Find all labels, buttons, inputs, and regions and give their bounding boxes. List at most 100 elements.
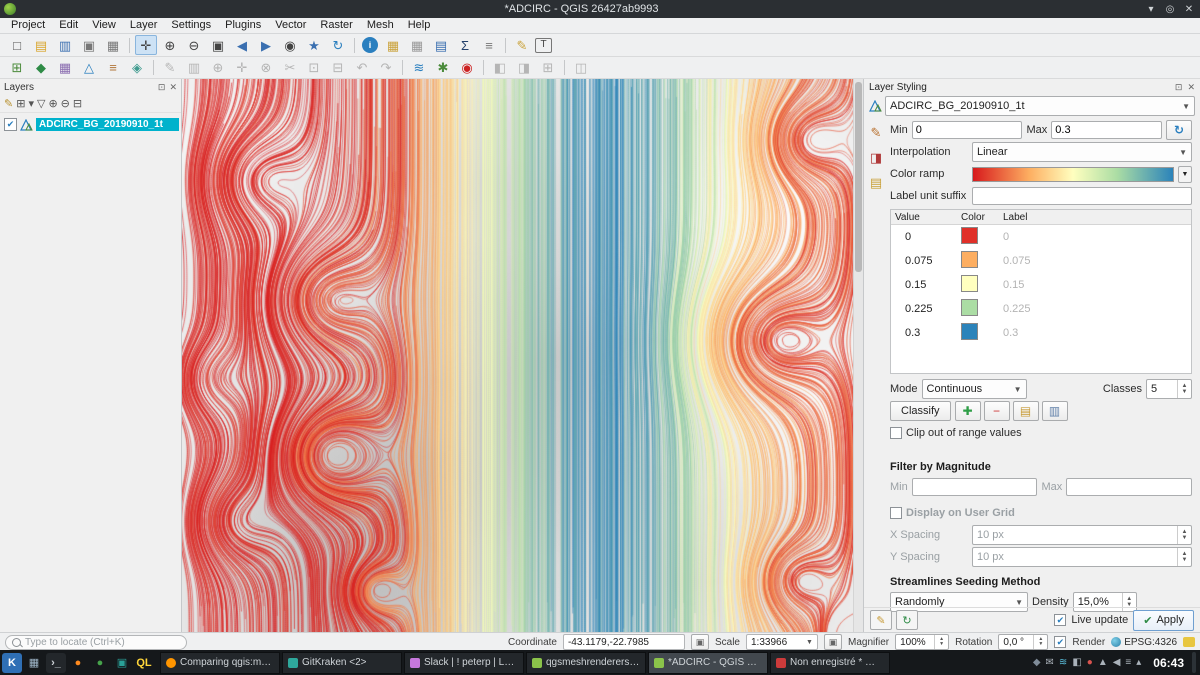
menu-mesh[interactable]: Mesh <box>360 18 401 33</box>
layer-labeling-options-icon[interactable]: ⊞ <box>537 58 559 78</box>
spinner-arrows-icon[interactable]: ▲▼ <box>1177 380 1191 398</box>
task-qgis-settings[interactable]: qgsmeshrenderersetti... <box>526 652 646 674</box>
menu-settings[interactable]: Settings <box>164 18 218 33</box>
color-table-row[interactable]: 0.150.15 <box>891 273 1191 297</box>
color-table-row[interactable]: 0.30.3 <box>891 321 1191 345</box>
zoom-to-layer-icon[interactable]: ◉ <box>279 35 301 55</box>
field-calculator-icon[interactable]: Σ <box>454 35 476 55</box>
remove-class-icon[interactable]: − <box>984 401 1010 421</box>
color-swatch[interactable] <box>961 251 978 268</box>
scale-lock-icon[interactable]: ▣ <box>824 634 842 650</box>
tray-bluetooth-icon[interactable]: ▲ <box>1098 657 1108 668</box>
scrollbar-handle[interactable] <box>855 82 862 272</box>
color-swatch[interactable] <box>961 299 978 316</box>
extent-lock-icon[interactable]: ▣ <box>691 634 709 650</box>
layout-manager-icon[interactable]: ▦ <box>102 35 124 55</box>
dock-styling-panel-icon[interactable]: ⊡ <box>1175 82 1183 92</box>
spinner-arrows-icon[interactable]: ▲▼ <box>934 635 948 649</box>
pan-map-icon[interactable]: ✛ <box>135 35 157 55</box>
symbology-tab-icon[interactable]: ✎ <box>871 125 882 141</box>
color-table-row[interactable]: 0.0750.075 <box>891 249 1191 273</box>
spinner-arrows-icon[interactable]: ▲▼ <box>1177 548 1191 566</box>
manage-map-themes-icon[interactable]: ▾ <box>28 97 34 110</box>
reload-minmax-icon[interactable]: ↻ <box>1166 120 1192 140</box>
apply-button[interactable]: ✔ Apply <box>1133 610 1194 631</box>
tray-mail-icon[interactable]: ✉ <box>1046 657 1054 668</box>
add-vector-layer-icon[interactable]: ◆ <box>30 58 52 78</box>
new-geopackage-layer-icon[interactable]: ◈ <box>126 58 148 78</box>
zoom-out-icon[interactable]: ⊖ <box>183 35 205 55</box>
clip-checkbox[interactable] <box>890 427 902 439</box>
teal-app-launcher[interactable]: ▣ <box>112 653 132 673</box>
expand-all-icon[interactable]: ⊕ <box>48 97 57 110</box>
label-column-header[interactable]: Label <box>1003 212 1191 223</box>
add-feature-icon[interactable]: ⊕ <box>207 58 229 78</box>
pager[interactable]: ▦ <box>24 653 44 673</box>
dock-panel-icon[interactable]: ⊡ <box>158 82 166 92</box>
close-styling-panel-icon[interactable]: ✕ <box>1187 82 1195 92</box>
open-attribute-table-icon[interactable]: ▤ <box>430 35 452 55</box>
color-column-header[interactable]: Color <box>961 212 1003 223</box>
tray-network-icon[interactable]: ≋ <box>1059 657 1067 668</box>
crs-status[interactable]: EPSG:4326 <box>1111 637 1177 648</box>
max-input[interactable] <box>1051 121 1162 139</box>
layer-visibility-checkbox[interactable]: ✔ <box>4 118 17 131</box>
add-class-icon[interactable]: ✚ <box>955 401 981 421</box>
firefox-launcher[interactable]: ● <box>68 653 88 673</box>
spinner-arrows-icon[interactable]: ▲▼ <box>1033 635 1047 649</box>
color-ramp-menu-button[interactable]: ▼ <box>1178 166 1192 183</box>
delete-selected-icon[interactable]: ⊗ <box>255 58 277 78</box>
tray-notifications-icon[interactable]: ≡ <box>1125 657 1131 668</box>
classify-button[interactable]: Classify <box>890 401 951 421</box>
render-checkbox[interactable]: ✔ <box>1054 636 1066 648</box>
style-manager-icon[interactable]: ✎ <box>870 610 892 630</box>
diagram-toolbar-icon[interactable]: ◨ <box>513 58 535 78</box>
map-canvas[interactable] <box>182 79 853 632</box>
mesh-3d-tab-icon[interactable]: ◨ <box>870 150 882 166</box>
tray-clipboard-icon[interactable]: ◧ <box>1072 657 1081 668</box>
new-print-layout-icon[interactable]: ▣ <box>78 35 100 55</box>
magnifier-spinner[interactable]: 100% ▲▼ <box>895 634 949 650</box>
maximize-button[interactable]: ◎ <box>1162 4 1178 15</box>
zoom-in-icon[interactable]: ⊕ <box>159 35 181 55</box>
save-layer-edits-icon[interactable]: ▥ <box>183 58 205 78</box>
menu-view[interactable]: View <box>85 18 123 33</box>
filter-max-input[interactable] <box>1066 478 1192 496</box>
color-swatch[interactable] <box>961 227 978 244</box>
map-overview-icon[interactable]: ◫ <box>570 58 592 78</box>
remove-layer-icon[interactable]: ⊟ <box>73 97 82 110</box>
close-panel-icon[interactable]: ✕ <box>169 82 177 92</box>
zoom-next-icon[interactable]: ▶ <box>255 35 277 55</box>
task-qgis-adcirc[interactable]: *ADCIRC - QGIS 26427... <box>648 652 768 674</box>
task-gitkraken[interactable]: GitKraken <2> <box>282 652 402 674</box>
history-tab-icon[interactable]: ▤ <box>870 175 882 191</box>
green-app-launcher[interactable]: ● <box>90 653 110 673</box>
add-mesh-layer-icon[interactable]: △ <box>78 58 100 78</box>
color-swatch[interactable] <box>961 275 978 292</box>
paste-features-icon[interactable]: ⊟ <box>327 58 349 78</box>
locate-search-field[interactable]: Type to locate (Ctrl+K) <box>5 635 187 650</box>
coordinate-box[interactable]: -43.1179,-22.7985 <box>563 634 685 650</box>
x-spacing-spinner[interactable]: 10 px ▲▼ <box>972 525 1192 545</box>
menu-project[interactable]: Project <box>4 18 52 33</box>
messages-icon[interactable] <box>1183 637 1195 647</box>
close-button[interactable]: ✕ <box>1181 4 1197 15</box>
kde-menu[interactable]: K <box>2 653 22 673</box>
ql-launcher[interactable]: QL <box>134 653 154 673</box>
select-features-icon[interactable]: ▦ <box>382 35 404 55</box>
zoom-last-icon[interactable]: ◀ <box>231 35 253 55</box>
mode-select[interactable]: Continuous ▼ <box>922 379 1027 399</box>
filter-legend-icon[interactable]: ▽ <box>37 97 45 110</box>
shade-button[interactable]: ▾ <box>1143 4 1159 15</box>
data-source-manager-icon[interactable]: ⊞ <box>6 58 28 78</box>
menu-vector[interactable]: Vector <box>268 18 313 33</box>
deselect-features-icon[interactable]: ▦ <box>406 35 428 55</box>
styling-layer-select[interactable]: ADCIRC_BG_20190910_1t ▼ <box>885 96 1195 116</box>
text-annotation-icon[interactable]: T <box>535 38 552 53</box>
mesh-calculator-icon[interactable]: ≋ <box>408 58 430 78</box>
add-delimited-text-icon[interactable]: ≡ <box>102 58 124 78</box>
show-desktop-button[interactable] <box>1192 652 1196 673</box>
live-update-checkbox[interactable]: ✔ <box>1054 614 1066 626</box>
classes-spinner[interactable]: 5 ▲▼ <box>1146 379 1192 399</box>
new-bookmark-icon[interactable]: ★ <box>303 35 325 55</box>
